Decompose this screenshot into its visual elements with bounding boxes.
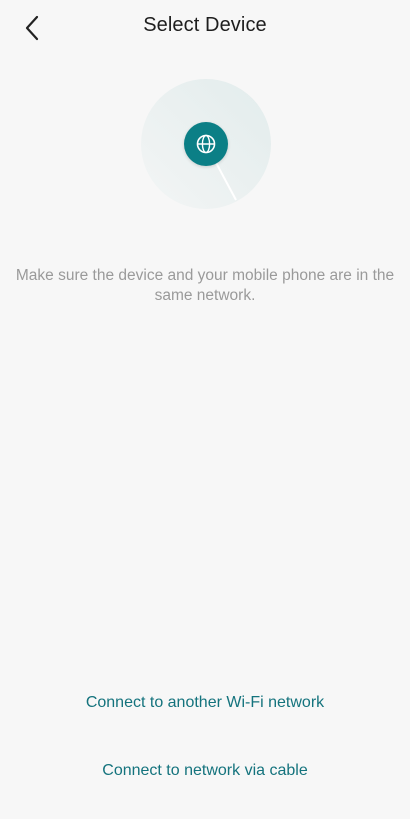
same-network-hint: Make sure the device and your mobile pho… (15, 267, 395, 304)
page-title: Select Device (143, 14, 267, 36)
network-globe-badge (184, 122, 228, 166)
header-bar: Select Device (0, 0, 410, 56)
connect-wifi-link[interactable]: Connect to another Wi-Fi network (0, 694, 410, 712)
globe-icon (196, 134, 216, 154)
scanning-radar (140, 78, 272, 210)
connect-cable-link[interactable]: Connect to network via cable (0, 762, 410, 780)
